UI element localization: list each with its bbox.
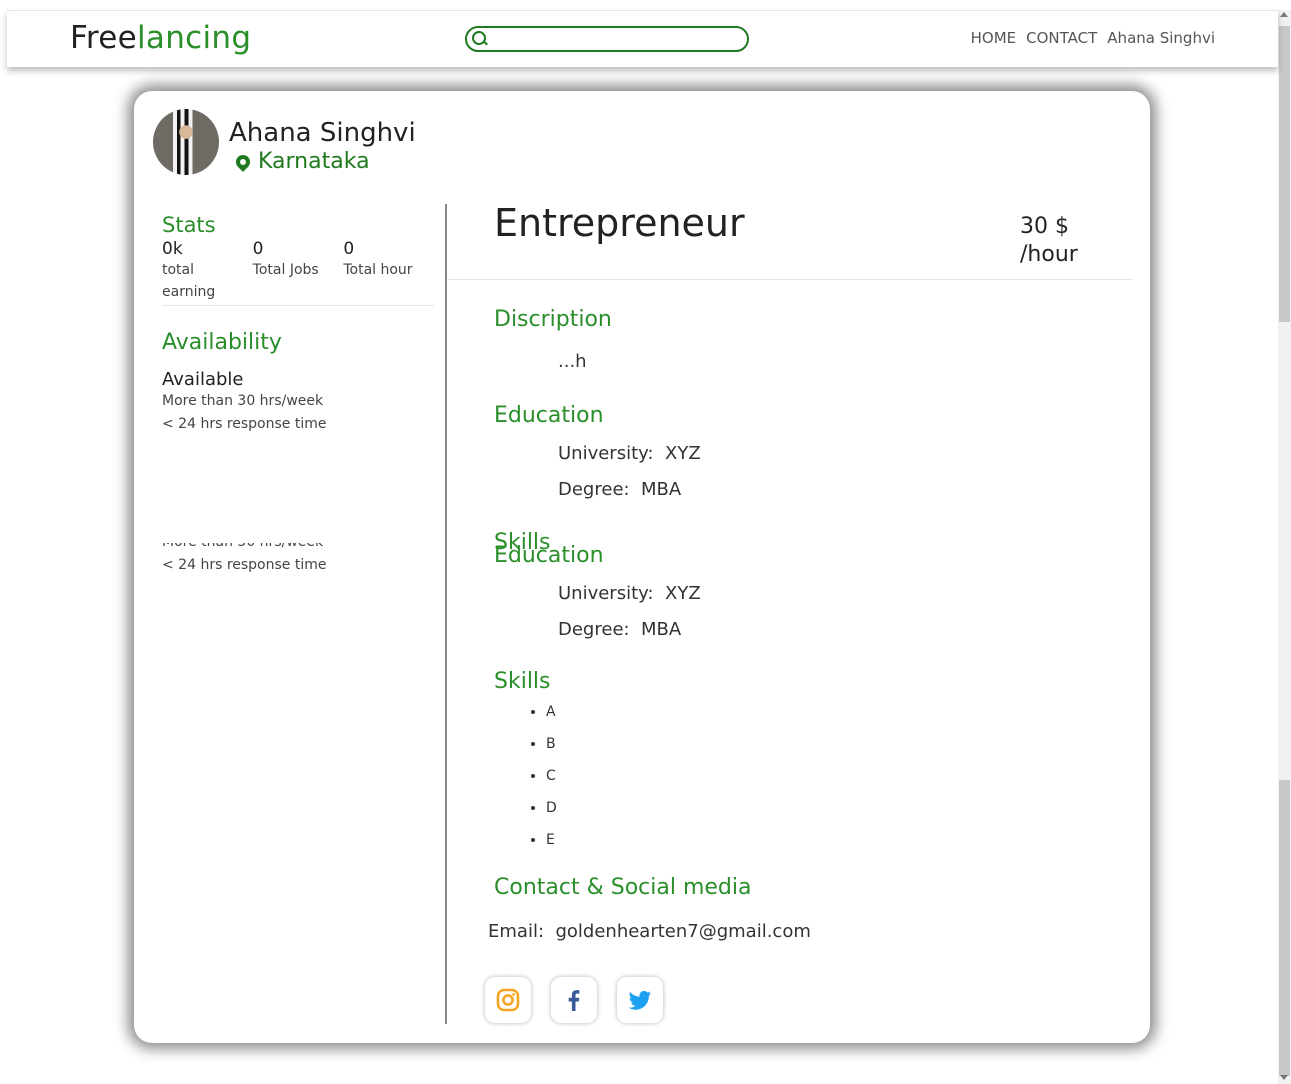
- list-item: C: [546, 767, 557, 799]
- availability-response-duplicate: < 24 hrs response time: [162, 557, 327, 573]
- twitter-button[interactable]: [617, 977, 663, 1023]
- availability-status: Available: [162, 369, 244, 390]
- university-value: XYZ: [665, 583, 701, 604]
- instagram-button[interactable]: [485, 977, 531, 1023]
- left-column: Stats 0k total earning 0 Total Jobs 0 To…: [162, 213, 434, 436]
- avatar: [153, 109, 219, 175]
- profile-card: Ahana Singhvi Karnataka Stats 0k total e…: [134, 91, 1150, 1043]
- university-value: XYZ: [665, 443, 701, 464]
- list-item: A: [546, 703, 557, 735]
- nav-link-home[interactable]: HOME: [971, 29, 1017, 47]
- stat-hours: 0 Total hour: [343, 239, 434, 303]
- nav-links: HOME CONTACT Ahana Singhvi: [971, 29, 1215, 47]
- stat-value: 0: [252, 239, 264, 259]
- stat-label: total earning: [162, 262, 216, 300]
- stat-label: Total Jobs: [252, 262, 319, 278]
- stat-value: 0: [343, 239, 355, 259]
- list-item: D: [546, 799, 557, 831]
- description-heading: Discription: [494, 307, 612, 332]
- education-heading: Education: [494, 403, 604, 428]
- list-item: B: [546, 735, 557, 767]
- profile-name: Ahana Singhvi: [229, 118, 416, 148]
- instagram-icon: [496, 988, 520, 1012]
- hourly-rate: 30 $ /hour: [1020, 213, 1078, 269]
- scroll-down-arrow-icon[interactable]: [1280, 1075, 1288, 1080]
- scrollbar-thumb[interactable]: [1279, 26, 1290, 322]
- skills-heading: Skills: [494, 669, 551, 694]
- education-degree: Degree: MBA: [558, 479, 681, 500]
- stats-heading: Stats: [162, 213, 216, 237]
- stats-divider: [162, 305, 434, 306]
- availability-hours-duplicate: More than 30 hrs/week: [162, 543, 434, 554]
- degree-label: Degree:: [558, 479, 630, 500]
- degree-value: MBA: [641, 619, 682, 640]
- search-input[interactable]: [465, 26, 749, 52]
- profile-location: Karnataka: [233, 149, 370, 174]
- scrollbar[interactable]: [1278, 10, 1291, 1084]
- university-label: University:: [558, 443, 654, 464]
- stat-value: 0k: [162, 239, 183, 259]
- list-item: E: [546, 831, 557, 863]
- availability-response: < 24 hrs response time: [162, 416, 327, 432]
- availability-hours: More than 30 hrs/week: [162, 393, 324, 409]
- education-university: University: XYZ: [558, 443, 701, 464]
- location-pin-icon: [233, 151, 253, 172]
- contact-heading: Contact & Social media: [494, 875, 752, 900]
- brand-logo[interactable]: Freelancing: [70, 20, 251, 56]
- stat-label: Total hour: [343, 262, 413, 278]
- education-degree-repeat: Degree: MBA: [558, 619, 681, 640]
- availability-heading: Availability: [162, 330, 282, 355]
- nav-link-contact[interactable]: CONTACT: [1026, 29, 1097, 47]
- search-icon[interactable]: [472, 31, 486, 45]
- facebook-button[interactable]: [551, 977, 597, 1023]
- education-university-repeat: University: XYZ: [558, 583, 701, 604]
- education-heading-repeat: Education: [494, 543, 604, 568]
- rate-unit: /hour: [1020, 242, 1078, 267]
- contact-email: Email: goldenhearten7@gmail.com: [488, 921, 811, 942]
- email-label: Email:: [488, 921, 545, 942]
- twitter-icon: [628, 990, 651, 1010]
- brand-part1: Free: [70, 20, 137, 56]
- top-navbar: Freelancing HOME CONTACT Ahana Singhvi: [7, 10, 1278, 67]
- degree-label: Degree:: [558, 619, 630, 640]
- nav-link-user[interactable]: Ahana Singhvi: [1107, 29, 1215, 47]
- description-text: ...h: [558, 351, 587, 372]
- column-divider: [445, 204, 447, 1024]
- title-divider: [447, 279, 1133, 280]
- degree-value: MBA: [641, 479, 682, 500]
- email-value[interactable]: goldenhearten7@gmail.com: [555, 921, 810, 942]
- university-label: University:: [558, 583, 654, 604]
- stats-row: 0k total earning 0 Total Jobs 0 Total ho…: [162, 239, 434, 303]
- scrollbar-thumb-secondary[interactable]: [1279, 780, 1290, 1076]
- skills-list: A B C D E: [474, 703, 557, 863]
- stat-earning: 0k total earning: [162, 239, 253, 303]
- facebook-icon: [568, 990, 580, 1011]
- scroll-up-arrow-icon[interactable]: [1280, 12, 1288, 17]
- location-text: Karnataka: [258, 149, 370, 174]
- rate-amount: 30 $: [1020, 214, 1069, 239]
- brand-part2: lancing: [136, 20, 252, 56]
- left-column-duplicate: More than 30 hrs/week < 24 hrs response …: [162, 543, 434, 583]
- stat-jobs: 0 Total Jobs: [253, 239, 344, 303]
